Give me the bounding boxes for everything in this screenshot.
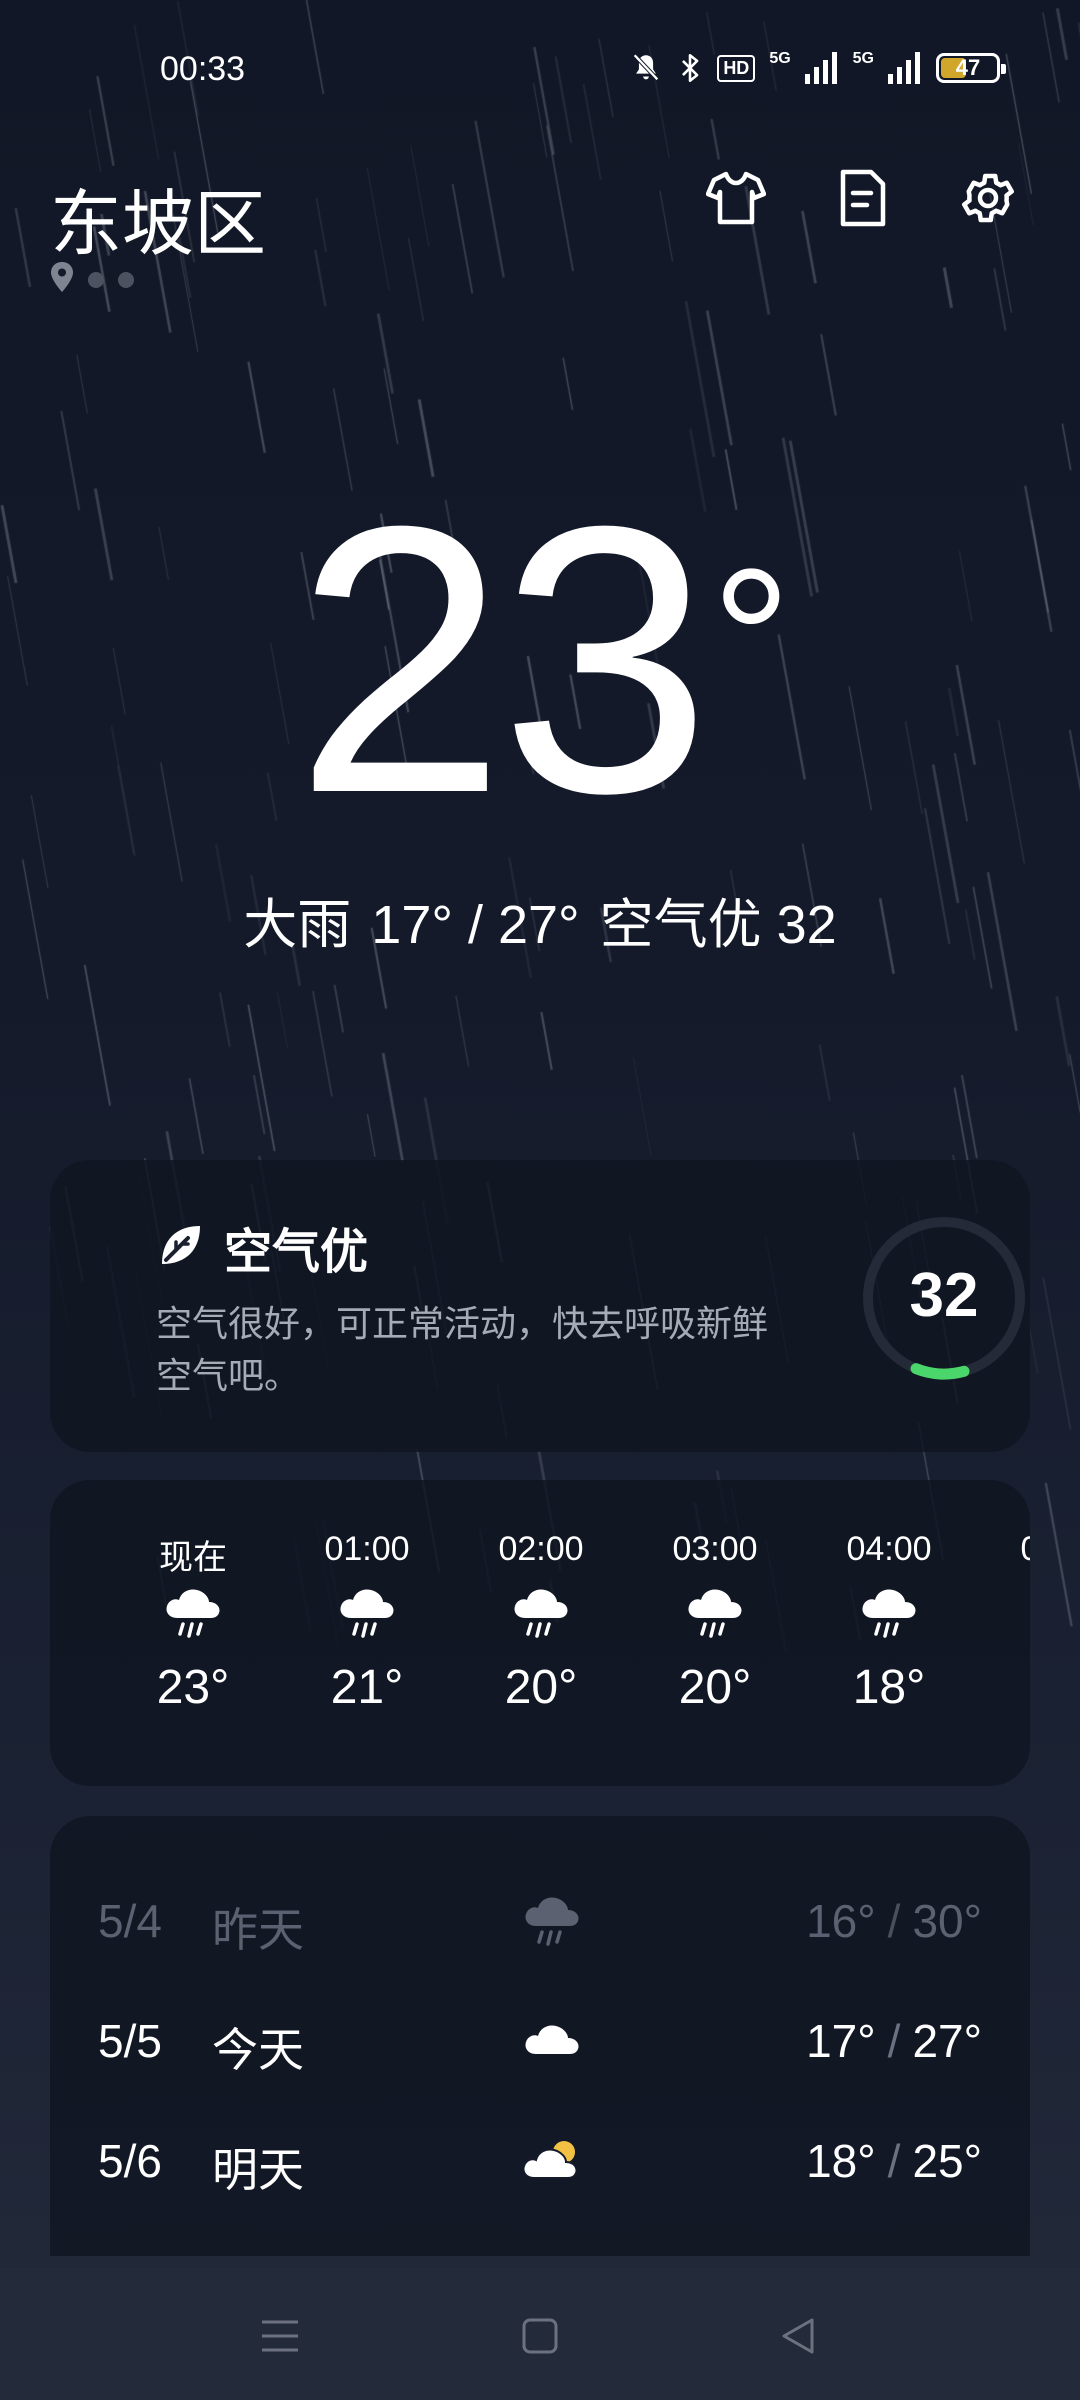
aqi-progress-arc xyxy=(910,1363,970,1380)
daily-row[interactable]: 5/4 昨天 16°/30° xyxy=(50,1874,1030,1964)
tshirt-icon xyxy=(705,170,767,231)
header-actions xyxy=(704,168,1020,232)
hour-temp: 23° xyxy=(156,1661,230,1714)
cloudy-icon xyxy=(520,2008,584,2072)
daily-forecast-card[interactable]: 5/4 昨天 16°/30° 5/5 今天 17°/27° 5/6 明天 18°/25° xyxy=(50,1816,1030,2256)
signal-1-icon xyxy=(804,52,839,84)
day-date: 5/6 xyxy=(98,2135,162,2187)
day-temp-range: 16°/30° xyxy=(806,1894,982,1948)
document-icon xyxy=(837,169,887,232)
status-icons: HD 5G 5G 47 xyxy=(629,48,1006,88)
hour-temp: 17° xyxy=(976,1660,1030,1715)
hour-time: 04:00 xyxy=(846,1530,932,1568)
air-quality-card[interactable]: 空气优 空气很好，可正常活动，快去呼吸新鲜空气吧。 32 xyxy=(50,1160,1030,1452)
bluetooth-icon xyxy=(677,51,703,85)
day-name: 昨天 xyxy=(212,1904,304,1956)
gear-icon xyxy=(958,168,1018,233)
day-name: 今天 xyxy=(212,2024,304,2076)
hd-voice-badge: HD xyxy=(717,54,756,82)
aqi-title: 空气优 xyxy=(224,1226,369,1279)
location-page-indicator xyxy=(50,262,134,297)
hour-time: 05:00 xyxy=(1020,1530,1030,1568)
hour-time: 01:00 xyxy=(324,1530,410,1568)
hour-time: 03:00 xyxy=(672,1530,758,1568)
daily-row[interactable]: 5/6 明天 18°/25° xyxy=(50,2114,1030,2204)
city-name[interactable]: 东坡区 xyxy=(50,165,266,270)
hourly-item[interactable]: 03:00 20° xyxy=(628,1480,802,1786)
nav-back-button[interactable] xyxy=(768,2308,828,2368)
day-date: 5/5 xyxy=(98,2015,162,2067)
battery-level: 47 xyxy=(955,55,981,80)
heavy-rain-icon xyxy=(857,1580,921,1644)
temp-range-text: 17° / 27° xyxy=(371,895,580,955)
day-date: 5/4 xyxy=(98,1895,162,1947)
hourly-item[interactable]: 01:00 21° xyxy=(280,1480,454,1786)
status-time: 00:33 xyxy=(160,50,246,88)
settings-button[interactable] xyxy=(956,168,1020,232)
range-separator: / xyxy=(887,2015,901,2067)
hourly-forecast-card[interactable]: 现在 23° 01:00 21° 02:00 20° 03:00 20° 04:00 18° 05:… xyxy=(50,1480,1030,1786)
day-high: 25° xyxy=(912,2135,982,2187)
bell-muted-icon xyxy=(629,51,663,85)
day-temp-range: 17°/27° xyxy=(806,2014,982,2068)
heavy-rain-icon xyxy=(683,1580,747,1644)
hourly-item[interactable]: 现在 23° xyxy=(106,1480,280,1786)
daily-row[interactable]: 5/5 今天 17°/27° xyxy=(50,1994,1030,2084)
square-icon xyxy=(522,2318,558,2359)
day-high: 27° xyxy=(912,2015,982,2067)
hour-temp: 20° xyxy=(678,1661,752,1714)
current-temp-value: 23 xyxy=(294,447,712,872)
navigation-bar xyxy=(0,2268,1080,2400)
degree-symbol: ° xyxy=(711,528,791,751)
day-high: 30° xyxy=(912,1895,982,1947)
weather-summary: 大雨 17° / 27° 空气优 32 xyxy=(0,880,1080,959)
hourly-item[interactable]: 05:00 17° xyxy=(976,1480,1030,1786)
aqi-title-row: 空气优 xyxy=(158,1212,368,1282)
nav-menu-button[interactable] xyxy=(250,2308,310,2368)
day-low: 18° xyxy=(806,2135,876,2187)
menu-icon xyxy=(260,2318,300,2359)
hour-temp: 18° xyxy=(852,1661,926,1714)
hour-temp: 20° xyxy=(504,1661,578,1714)
leaf-icon xyxy=(158,1222,204,1273)
hour-temp: 21° xyxy=(330,1661,404,1714)
current-temperature: 23° xyxy=(0,470,1080,850)
aqi-value: 32 xyxy=(909,1261,979,1330)
nav-home-button[interactable] xyxy=(510,2308,570,2368)
signal-1-label: 5G xyxy=(769,50,791,67)
rain-icon xyxy=(520,1888,584,1952)
day-name: 明天 xyxy=(212,2144,304,2196)
hour-time: 02:00 xyxy=(498,1530,584,1568)
hourly-item[interactable]: 04:00 18° xyxy=(802,1480,976,1786)
back-triangle-icon xyxy=(780,2316,816,2361)
page-dot xyxy=(118,271,134,288)
hourly-item[interactable]: 02:00 20° xyxy=(454,1480,628,1786)
signal-2-icon xyxy=(888,52,922,84)
outfit-button[interactable] xyxy=(704,168,768,232)
partly-cloudy-icon xyxy=(520,2128,584,2192)
heavy-rain-icon xyxy=(335,1580,399,1644)
signal-2-label: 5G xyxy=(852,50,874,67)
aqi-description: 空气很好，可正常活动，快去呼吸新鲜空气吧。 xyxy=(156,1303,769,1396)
heavy-rain-icon xyxy=(161,1580,225,1644)
condition-text: 大雨 xyxy=(243,895,352,955)
location-pin-icon xyxy=(50,262,74,297)
page-dot xyxy=(88,271,104,288)
day-low: 16° xyxy=(806,1895,876,1947)
notes-button[interactable] xyxy=(830,168,894,232)
status-bar: 00:33 HD 5G 5G 47 xyxy=(0,0,1080,140)
day-low: 17° xyxy=(806,2015,876,2067)
range-separator: / xyxy=(887,2135,901,2187)
day-temp-range: 18°/25° xyxy=(806,2134,982,2188)
range-separator: / xyxy=(887,1895,901,1947)
air-quality-summary[interactable]: 空气优 32 xyxy=(600,895,837,955)
battery-indicator: 47 xyxy=(936,53,1006,83)
heavy-rain-icon xyxy=(509,1580,573,1644)
hour-time: 现在 xyxy=(159,1539,227,1577)
